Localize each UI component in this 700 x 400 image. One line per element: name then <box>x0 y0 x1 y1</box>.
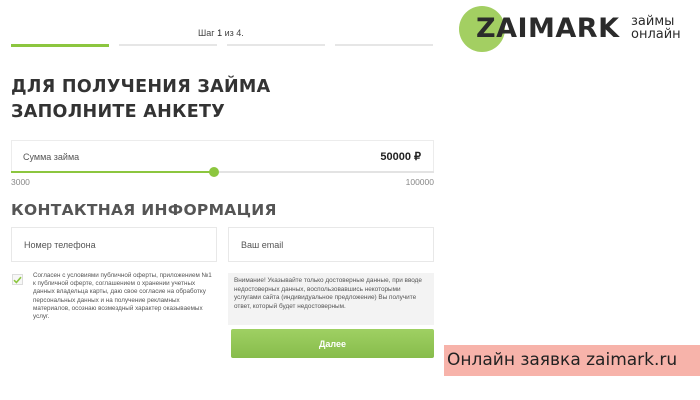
contact-section-title: КОНТАКТНАЯ ИНФОРМАЦИЯ <box>11 201 277 219</box>
consent-text: Согласен с условиями публичной оферты, п… <box>33 272 212 321</box>
zaimark-logo: ZAIMARK займы онлайн <box>459 6 699 52</box>
step-prefix: Шаг <box>198 28 215 38</box>
page-title: ДЛЯ ПОЛУЧЕНИЯ ЗАЙМА ЗАПОЛНИТЕ АНКЕТУ <box>11 75 270 125</box>
promo-banner: Онлайн заявка zaimark.ru <box>444 345 700 376</box>
step-current: 1 <box>217 28 223 38</box>
step-separator: из <box>224 28 234 38</box>
slider-max-label: 100000 <box>405 177 434 187</box>
slider-min-label: 3000 <box>11 177 30 187</box>
logo-tagline-line2: онлайн <box>631 27 681 42</box>
loan-amount-slider[interactable] <box>11 167 434 177</box>
slider-handle[interactable] <box>209 167 220 177</box>
checkmark-icon <box>13 276 22 284</box>
email-input[interactable] <box>228 227 434 262</box>
loan-amount-label: Сумма займа <box>23 152 80 162</box>
step-segment-2 <box>119 44 217 46</box>
slider-fill <box>11 171 215 173</box>
step-segment-3 <box>227 44 325 46</box>
loan-amount-value: 50000 ₽ <box>380 151 421 163</box>
page-title-line1: ДЛЯ ПОЛУЧЕНИЯ ЗАЙМА <box>11 77 271 97</box>
consent-checkbox[interactable] <box>12 274 23 285</box>
step-progress-bar <box>11 44 433 47</box>
page-title-line2: ЗАПОЛНИТЕ АНКЕТУ <box>11 102 225 122</box>
step-total: 4. <box>236 28 244 38</box>
step-indicator: Шаг 1 из 4. <box>198 28 244 38</box>
logo-tagline: займы онлайн <box>631 15 681 41</box>
logo-wordmark: ZAIMARK <box>476 13 620 44</box>
next-button[interactable]: Далее <box>231 329 434 358</box>
step-segment-4 <box>335 44 433 46</box>
loan-amount-field: Сумма займа 50000 ₽ <box>11 140 434 172</box>
step-segment-1 <box>11 44 109 47</box>
phone-input[interactable] <box>11 227 217 262</box>
warning-notice: Внимание! Указывайте только достоверные … <box>228 273 434 325</box>
